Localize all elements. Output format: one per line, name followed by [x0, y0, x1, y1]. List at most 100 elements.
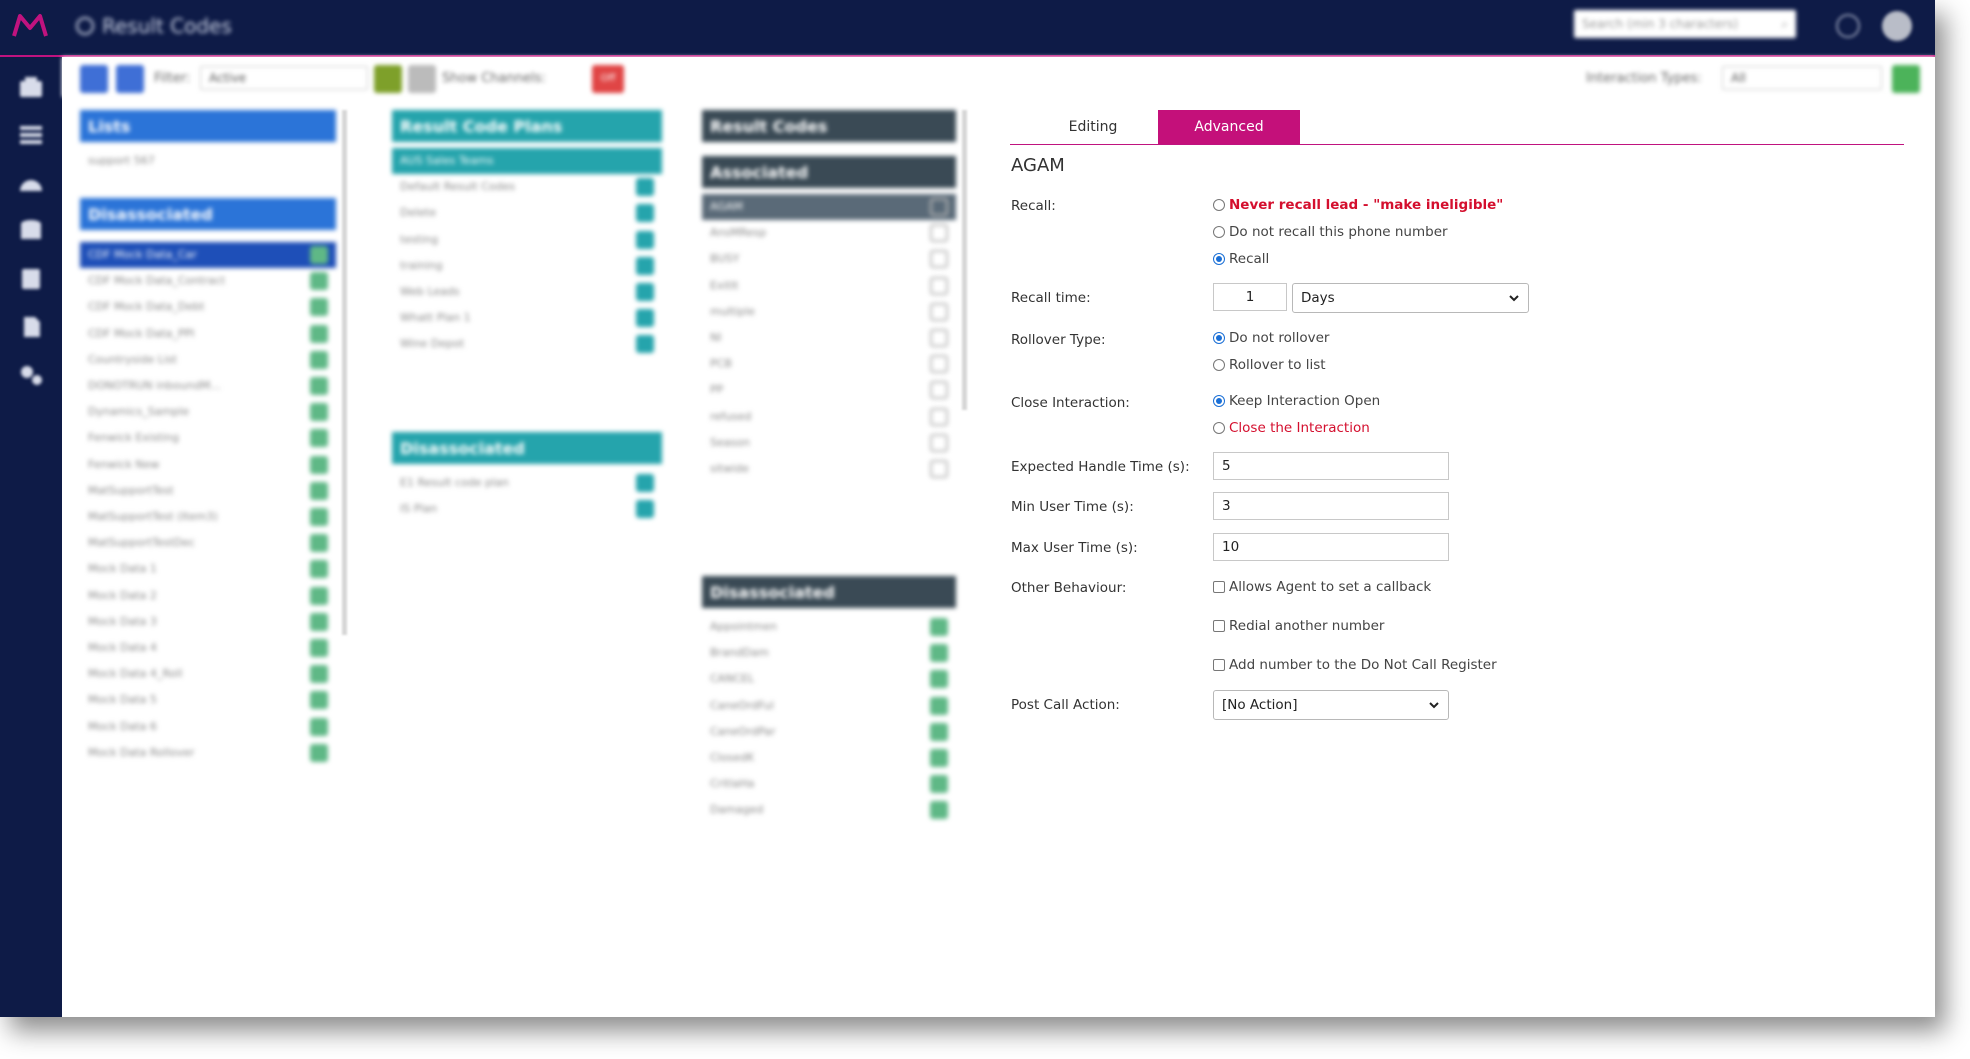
checkbox-icon[interactable]	[930, 250, 948, 269]
list-item[interactable]: E1 Result code plan	[392, 470, 662, 496]
expected-handle-time-input[interactable]: 5	[1213, 452, 1449, 480]
list-item[interactable]: AGAM	[702, 194, 956, 220]
post-call-action-select[interactable]: [No Action]	[1213, 690, 1449, 720]
list-item[interactable]: NI	[702, 325, 956, 351]
checkbox-icon[interactable]	[930, 407, 948, 426]
list-item[interactable]: Fenwick New	[80, 452, 336, 478]
list-item[interactable]: IS Plan	[392, 496, 662, 522]
list-item[interactable]: CDF Mock Data_PPI	[80, 321, 336, 347]
add-icon[interactable]	[310, 350, 328, 369]
filter-clear-button[interactable]	[408, 65, 436, 93]
edit-icon[interactable]	[636, 230, 654, 249]
list-item[interactable]: Mock Data 4_Roll	[80, 661, 336, 687]
filter-apply-button[interactable]	[374, 65, 402, 93]
list-item[interactable]: CaneOrdPar	[702, 719, 956, 745]
list-item[interactable]: sitwide	[702, 456, 956, 482]
list-item[interactable]: refused	[702, 404, 956, 430]
list-item[interactable]: Countryside List	[80, 347, 336, 373]
radio-button[interactable]	[1213, 332, 1225, 344]
recall-unit-select[interactable]: Days	[1292, 283, 1529, 313]
edit-icon[interactable]	[636, 500, 654, 519]
add-icon[interactable]	[310, 429, 328, 448]
edit-icon[interactable]	[636, 256, 654, 275]
edit-icon[interactable]	[636, 335, 654, 354]
list-item[interactable]: support 567	[80, 148, 336, 174]
add-icon[interactable]	[310, 665, 328, 684]
add-icon[interactable]	[930, 670, 948, 689]
list-item[interactable]: ClosedK	[702, 745, 956, 771]
filter-select[interactable]: Active	[200, 66, 368, 90]
recall-do-not-radio[interactable]: Do not recall this phone number	[1213, 224, 1448, 240]
checkbox-icon[interactable]	[930, 355, 948, 374]
list-item[interactable]: CDF Mock Data_Contract	[80, 268, 336, 294]
checkbox-icon[interactable]	[930, 460, 948, 478]
checkbox-icon[interactable]	[930, 198, 948, 216]
checkbox[interactable]	[1213, 620, 1225, 632]
list-item[interactable]: multiple	[702, 299, 956, 325]
list-item[interactable]: Mock Data 3	[80, 609, 336, 635]
list-item[interactable]: MatSupportTestDec	[80, 530, 336, 556]
list-item[interactable]: CritlaHa	[702, 771, 956, 797]
max-user-time-input[interactable]: 10	[1213, 533, 1449, 561]
add-icon[interactable]	[930, 618, 948, 636]
database-icon[interactable]	[18, 219, 44, 243]
radio-button[interactable]	[1213, 226, 1225, 238]
interaction-types-select[interactable]: All	[1722, 66, 1882, 90]
help-icon[interactable]	[1836, 14, 1860, 38]
add-icon[interactable]	[930, 696, 948, 715]
list-item[interactable]: Delete	[392, 200, 662, 226]
list-item[interactable]: AUS Sales Teams	[392, 148, 662, 174]
allow-callback-checkbox[interactable]: Allows Agent to set a callback	[1213, 579, 1431, 595]
checkbox[interactable]	[1213, 581, 1225, 593]
tab-editing[interactable]: Editing	[1022, 110, 1164, 144]
do-not-rollover-radio[interactable]: Do not rollover	[1213, 330, 1329, 346]
list-item[interactable]: PCB	[702, 351, 956, 377]
list-item[interactable]: PP	[702, 377, 956, 403]
dnc-register-checkbox[interactable]: Add number to the Do Not Call Register	[1213, 657, 1497, 673]
add-icon[interactable]	[310, 246, 328, 264]
grid-view-button[interactable]	[80, 65, 108, 93]
list-item[interactable]: DONOTRUN inboundM...	[80, 373, 336, 399]
list-item[interactable]: Mock Data 5	[80, 687, 336, 713]
add-icon[interactable]	[310, 508, 328, 526]
avatar[interactable]	[1882, 11, 1912, 41]
phone-book-icon[interactable]	[18, 267, 44, 291]
list-item[interactable]: Season	[702, 430, 956, 456]
radio-button[interactable]	[1213, 199, 1225, 211]
redial-checkbox[interactable]: Redial another number	[1213, 618, 1385, 634]
list-item[interactable]: BUSY	[702, 246, 956, 272]
checkbox-icon[interactable]	[930, 329, 948, 347]
list-item[interactable]: training	[392, 253, 662, 279]
list-item[interactable]: Mock Data 6	[80, 714, 336, 740]
add-icon[interactable]	[930, 775, 948, 794]
checkbox-icon[interactable]	[930, 276, 948, 295]
calendar-button[interactable]	[116, 65, 144, 93]
list-item[interactable]: Mock Data 4	[80, 635, 336, 661]
list-item[interactable]: Whatt Plan 1	[392, 305, 662, 331]
checkbox-icon[interactable]	[930, 302, 948, 321]
add-icon[interactable]	[310, 717, 328, 736]
edit-icon[interactable]	[636, 283, 654, 301]
list-item[interactable]: MatSupportTest (Item3)	[80, 504, 336, 530]
add-icon[interactable]	[310, 612, 328, 631]
add-icon[interactable]	[310, 272, 328, 291]
app-logo-icon[interactable]	[12, 12, 48, 44]
edit-icon[interactable]	[636, 152, 654, 170]
codes-scrollbar[interactable]	[962, 110, 967, 410]
search-input[interactable]: Search (min 3 characters) ⌕	[1574, 10, 1796, 38]
document-icon[interactable]	[18, 315, 44, 339]
radio-button[interactable]	[1213, 253, 1225, 265]
keep-open-radio[interactable]: Keep Interaction Open	[1213, 393, 1380, 409]
recall-radio[interactable]: Recall	[1213, 251, 1269, 267]
radio-button[interactable]	[1213, 395, 1225, 407]
list-item[interactable]: CaneOrdFul	[702, 693, 956, 719]
add-icon[interactable]	[930, 722, 948, 741]
add-icon[interactable]	[310, 377, 328, 395]
list-item[interactable]: Wine Depot	[392, 331, 662, 357]
search-icon[interactable]: ⌕	[1781, 17, 1788, 32]
add-icon[interactable]	[930, 801, 948, 820]
list-item[interactable]: Damaged	[702, 797, 956, 823]
add-icon[interactable]	[310, 743, 328, 762]
dashboard-icon[interactable]	[18, 171, 44, 195]
list-icon[interactable]	[18, 123, 44, 147]
